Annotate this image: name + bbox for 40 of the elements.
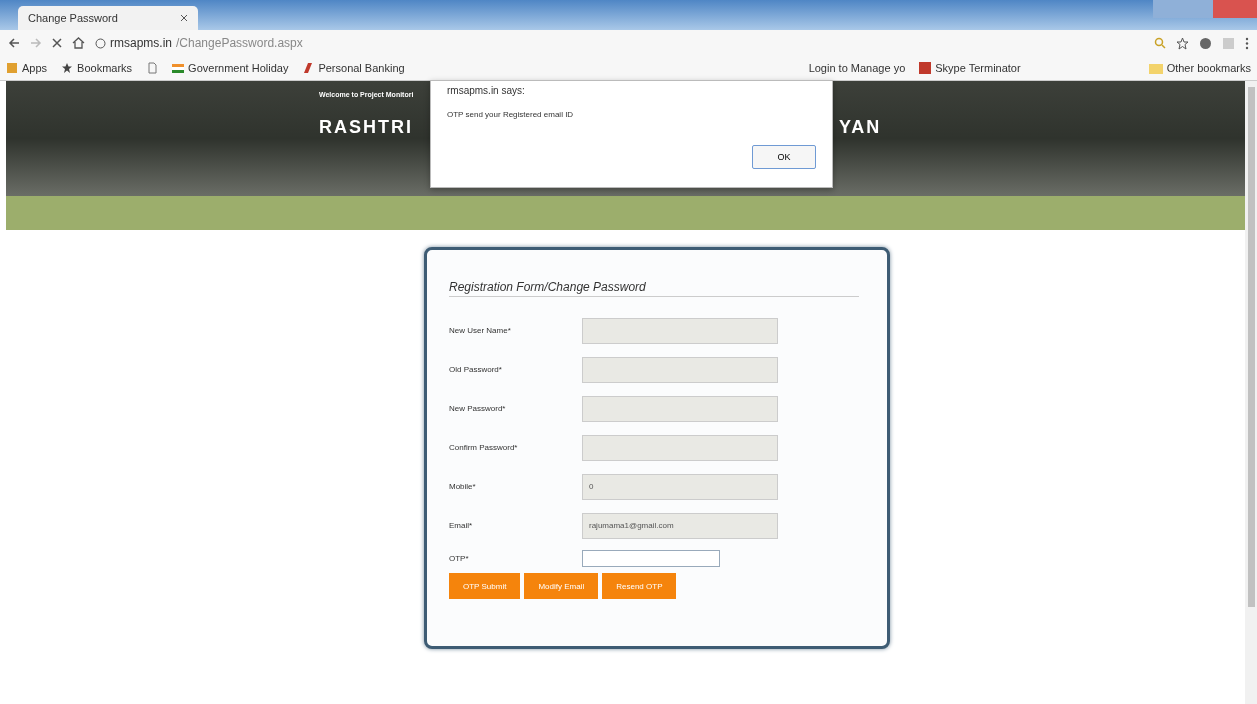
star-icon[interactable] [61,62,74,74]
bookmark-label[interactable]: Login to Manage yo [808,62,906,74]
form-title: Registration Form/Change Password [449,280,859,297]
bookmark-label[interactable]: Personal Banking [318,62,405,74]
flag-icon[interactable] [172,62,185,74]
star-icon[interactable] [1176,36,1189,50]
home-icon[interactable] [72,37,85,49]
forward-icon[interactable] [30,37,42,49]
back-icon[interactable] [8,37,20,49]
field-label: Old Password* [449,365,503,374]
bookmark-label[interactable]: Other bookmarks [1166,62,1251,74]
apps-icon[interactable] [6,62,18,74]
site-title: YAN [839,117,882,138]
bookmark-label[interactable]: Government Holiday [188,62,289,74]
site-title: RASHTRI [319,117,413,138]
scrollbar[interactable] [1245,81,1257,704]
stop-icon[interactable] [52,38,62,48]
close-icon[interactable] [180,14,188,22]
menu-icon[interactable] [1245,36,1249,50]
info-icon[interactable] [95,37,106,49]
ok-button[interactable]: OK [752,145,816,169]
field-label: Mobile* [449,482,477,491]
bookmark-label[interactable]: Apps [22,62,48,74]
field-label: OTP* [449,553,470,563]
field-label: Confirm Password* [449,443,519,452]
bookmark-label[interactable]: Skype Terminator [935,62,1021,74]
field-label: Email* [449,521,474,530]
zoom-icon[interactable] [1154,37,1166,49]
extension-icon[interactable] [1199,36,1212,50]
field-label: New User Name* [449,326,512,335]
input-field[interactable] [582,549,720,567]
bookmark-icon[interactable] [919,62,932,74]
dialog-title: rmsapms.in says: [447,85,526,96]
bookmark-icon[interactable] [302,62,315,74]
browser-tab[interactable]: Change Password [18,6,198,30]
bookmark-label[interactable]: Bookmarks [77,62,133,74]
folder-icon[interactable] [1148,62,1163,74]
dialog-message: OTP send your Registered email ID [447,110,575,119]
page-icon[interactable] [146,62,159,74]
field-label: New Password* [449,404,507,413]
